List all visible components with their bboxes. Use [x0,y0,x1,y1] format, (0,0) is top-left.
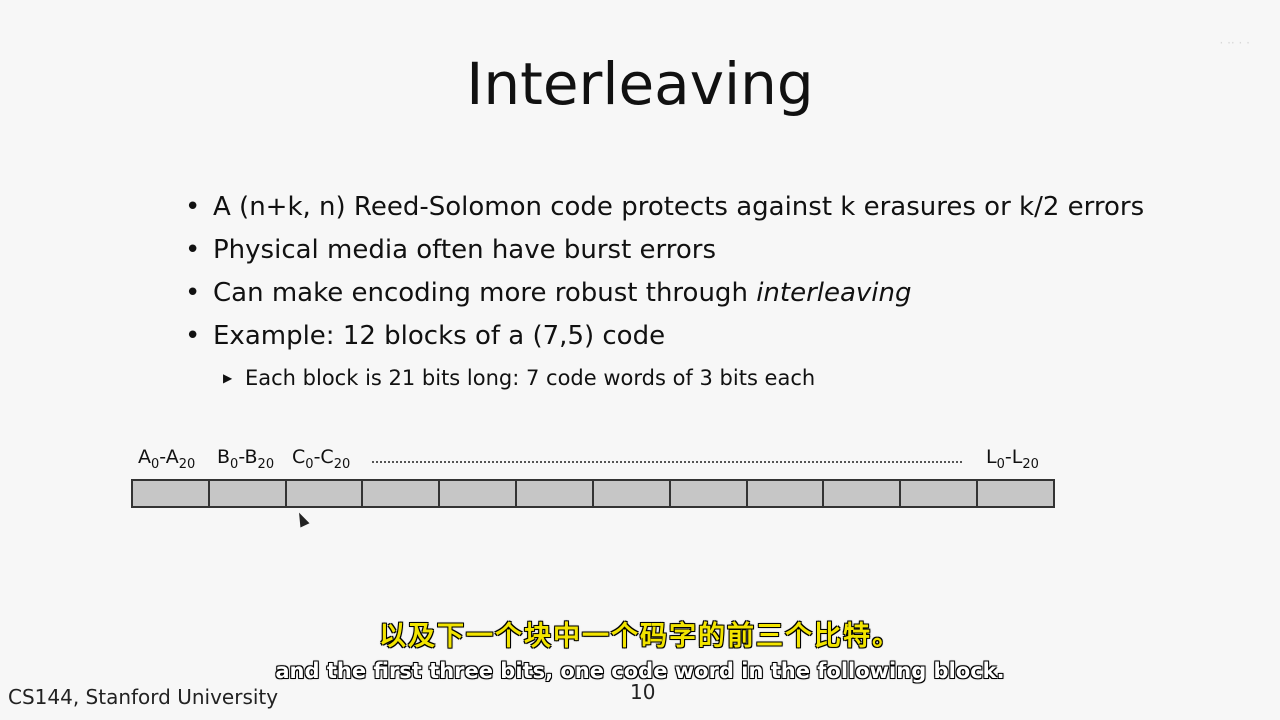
slide-title: Interleaving [466,50,814,118]
bullet-text: A (n+k, n) Reed-Solomon code protects ag… [213,192,1145,222]
mouse-cursor-icon [294,510,310,528]
bullet-text: Can make encoding more robust through [213,278,757,308]
bullet-item: Example: 12 blocks of a (7,5) code [185,315,1245,358]
watermark-icon: · ·· · · [1219,36,1250,50]
ellipsis-dots [372,461,962,463]
footer-text: CS144, Stanford University [8,685,279,709]
bullet-text: Example: 12 blocks of a (7,5) code [213,321,666,351]
bullet-item: A (n+k, n) Reed-Solomon code protects ag… [185,186,1245,229]
code-block [824,481,902,506]
bullet-item: Physical media often have burst errors [185,229,1245,272]
triangle-bullet-icon: ▶ [223,371,233,385]
sub-bullet-item: ▶ Each block is 21 bits long: 7 code wor… [185,358,1245,398]
block-bar [131,479,1055,508]
bullet-list: A (n+k, n) Reed-Solomon code protects ag… [185,186,1245,398]
code-block [363,481,441,506]
slide: · ·· · · Interleaving A (n+k, n) Reed-So… [0,0,1280,720]
code-block [133,481,210,506]
code-block [286,481,364,506]
code-block [517,481,594,506]
block-label-l: L0-L20 [986,446,1039,472]
block-label-c: C0-C20 [292,446,351,472]
block-label-b: B0-B20 [217,446,275,472]
bullet-text: Physical media often have burst errors [213,235,717,265]
code-block [901,481,979,506]
code-block [209,481,287,506]
code-block [440,481,518,506]
code-block [593,481,671,506]
subtitle-chinese: 以及下一个块中一个码字的前三个比特。 [379,621,901,652]
block-label-a: A0-A20 [138,446,196,472]
bullet-item: Can make encoding more robust through in… [185,272,1245,315]
code-block [670,481,748,506]
bullet-text-italic: interleaving [756,278,912,308]
page-number: 10 [630,680,656,704]
code-block [978,481,1053,506]
sub-bullet-text: Each block is 21 bits long: 7 code words… [245,366,816,390]
code-block [747,481,825,506]
